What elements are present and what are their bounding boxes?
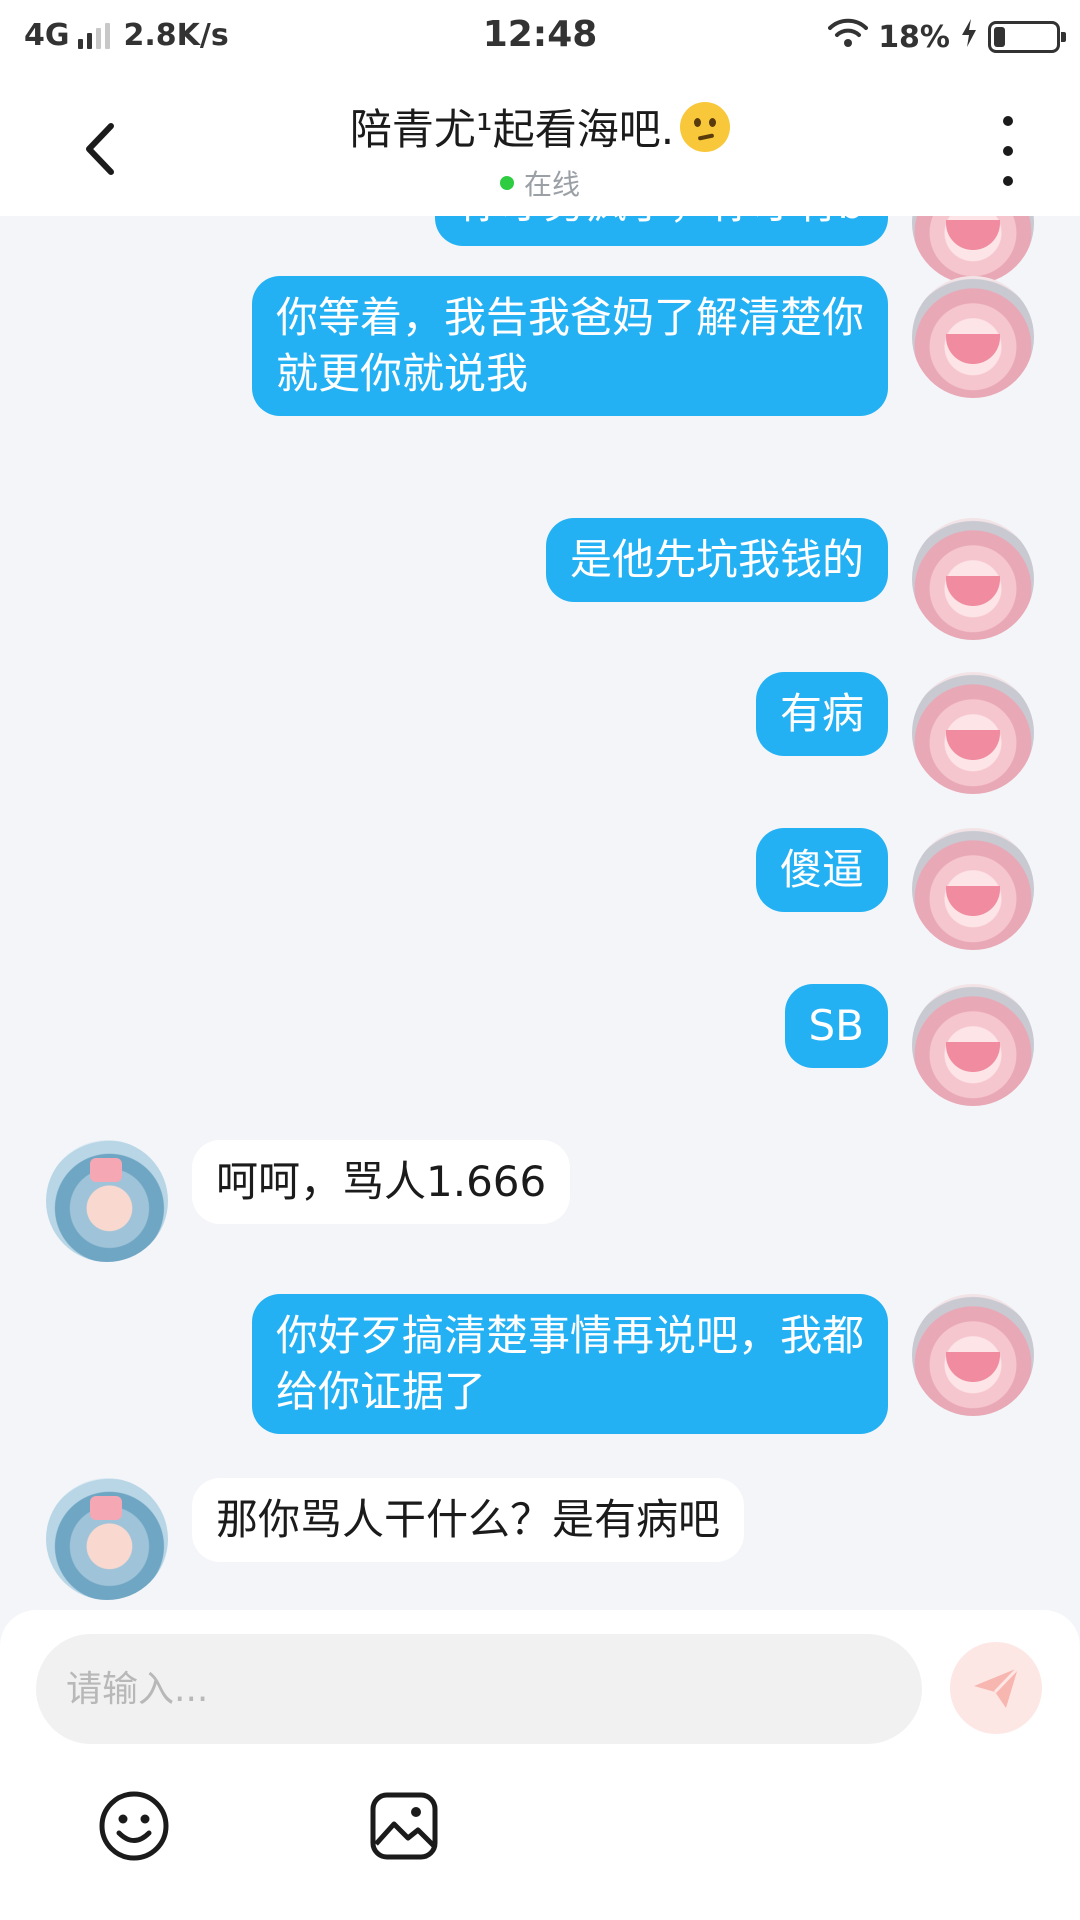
status-right: 18% [828,18,1066,56]
chat-title[interactable]: 陪青尤¹起看海吧. [349,96,731,157]
contact-avatar[interactable] [46,1478,168,1600]
input-area [0,1610,1080,1920]
message-row: 你等着，我告我爸妈了解清楚你 就更你就说我 [228,276,1034,416]
my-avatar[interactable] [912,984,1034,1106]
message-bubble[interactable]: 傻逼 [755,828,888,912]
charging-icon [960,18,978,56]
more-dot-icon [1003,116,1013,126]
confused-face-icon [680,101,731,152]
battery-icon [988,21,1066,53]
message-bubble[interactable]: SB [784,984,888,1068]
more-dot-icon [1003,146,1013,156]
message-bubble[interactable]: 那你骂人干什么？是有病吧 [192,1478,745,1562]
message-bubble[interactable]: 你等着，我告我爸妈了解清楚你 就更你就说我 [251,276,888,416]
online-status: 在线 [0,163,1080,203]
contact-name: 陪青尤¹起看海吧. [349,105,675,154]
message-row: SB [761,984,1034,1106]
online-label: 在线 [523,168,580,201]
wifi-icon [828,18,869,56]
message-row: 你才务疯了，你才有b [411,216,1034,284]
send-button[interactable] [950,1642,1042,1734]
status-bar: 4G 2.8K/s 12:48 18% [0,0,1080,76]
chat-title-area: 陪青尤¹起看海吧. 在线 [0,96,1080,203]
message-row: 有病 [732,672,1034,794]
my-avatar[interactable] [912,828,1034,950]
message-row: 那你骂人干什么？是有病吧 [46,1478,768,1600]
more-dot-icon [1003,176,1013,186]
smiley-face-icon [99,1791,169,1861]
send-icon [974,1666,1020,1708]
message-list[interactable]: 你才务疯了，你才有b 你等着，我告我爸妈了解清楚你 就更你就说我 是他先坑我钱的… [0,216,1080,1610]
chat-header: 陪青尤¹起看海吧. 在线 [0,76,1080,216]
message-input[interactable] [36,1634,922,1744]
message-bubble[interactable]: 呵呵，骂人1.666 [192,1140,571,1224]
message-row: 是他先坑我钱的 [522,518,1034,640]
online-dot-icon [499,176,514,190]
battery-percent: 18% [878,19,950,55]
contact-avatar[interactable] [46,1140,168,1262]
my-avatar[interactable] [912,672,1034,794]
my-avatar[interactable] [912,216,1034,284]
message-bubble[interactable]: 有病 [755,672,888,756]
emoji-button[interactable] [98,1790,170,1862]
message-row: 傻逼 [732,828,1034,950]
more-options-button[interactable] [988,116,1028,186]
message-bubble[interactable]: 是他先坑我钱的 [545,518,888,602]
message-row: 呵呵，骂人1.666 [46,1140,594,1262]
message-row: 你好歹搞清楚事情再说吧，我都 给你证据了 [228,1294,1034,1434]
message-bubble[interactable]: 你才务疯了，你才有b [435,216,888,246]
message-bubble[interactable]: 你好歹搞清楚事情再说吧，我都 给你证据了 [251,1294,888,1434]
my-avatar[interactable] [912,1294,1034,1416]
my-avatar[interactable] [912,276,1034,398]
my-avatar[interactable] [912,518,1034,640]
image-button[interactable] [368,1790,440,1862]
image-icon [370,1792,438,1860]
